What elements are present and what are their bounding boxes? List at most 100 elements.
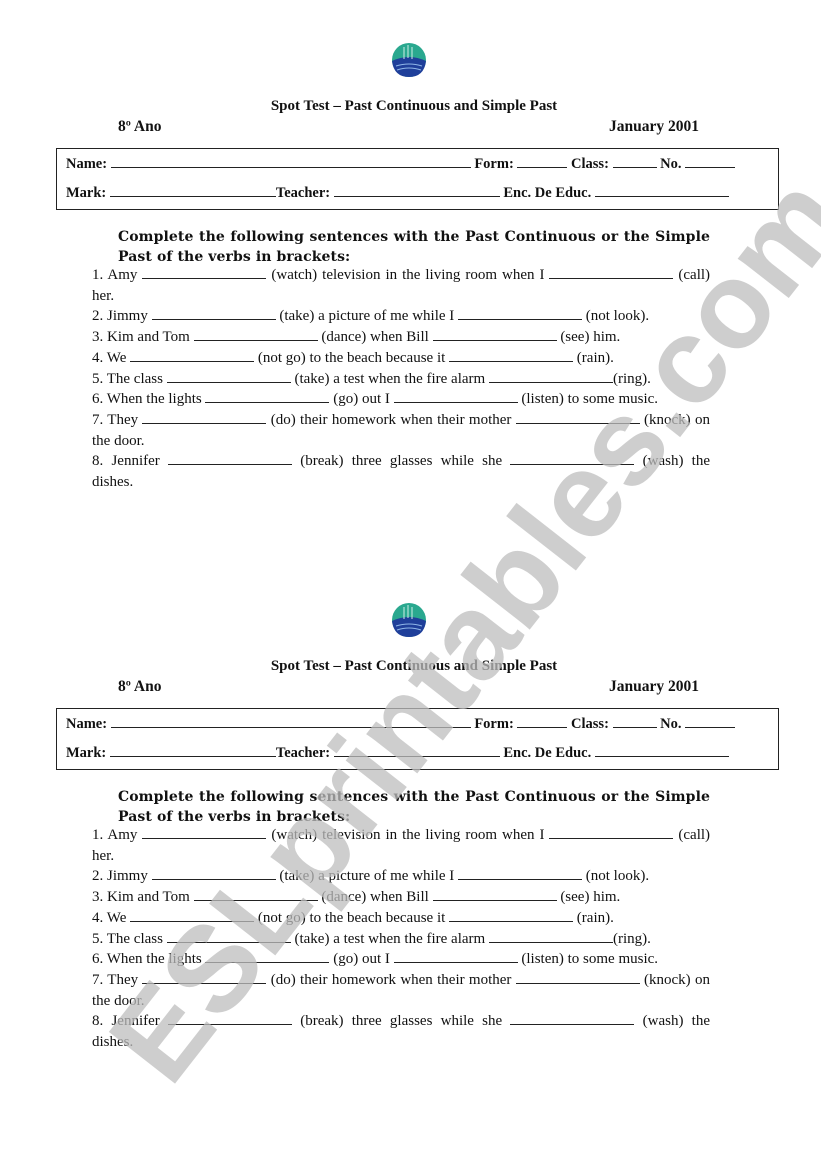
exercise-number: 5. [92,370,104,387]
exercise-number: 7. [92,971,104,988]
name-field[interactable] [110,714,471,728]
name-label: Name: [66,716,108,732]
answer-blank[interactable] [449,909,574,922]
answer-blank[interactable] [510,1012,635,1026]
answer-blank[interactable] [166,370,291,383]
answer-blank[interactable] [449,349,574,362]
answer-blank[interactable] [205,390,330,404]
exercise-text: (take) a test when the fire alarm [294,930,486,947]
answer-blank[interactable] [488,370,613,383]
exercise-text: (watch) television in the living room wh… [271,827,545,843]
guardian-field[interactable] [594,743,729,757]
name-label: Name: [66,156,108,172]
guardian-field[interactable] [594,183,729,197]
answer-blank[interactable] [393,950,518,964]
exercise-text: (do) their homework when their mother [270,411,512,428]
answer-blank[interactable] [168,452,292,466]
exercise-text: The class [106,930,163,947]
form-field[interactable] [517,154,568,168]
teacher-label: Teacher: [275,745,331,761]
exercise-text: We [106,349,127,366]
class-label: Class: [571,156,609,172]
guardian-label: Enc. De Educ. [503,185,592,201]
exercise-item: 4. We (not go) to the beach because it (… [92,908,710,929]
exercise-number: 6. [92,951,104,968]
answer-blank[interactable] [393,390,518,404]
answer-blank[interactable] [458,867,583,881]
class-field[interactable] [612,714,657,728]
answer-blank[interactable] [510,452,635,466]
exercise-number: 5. [92,930,104,947]
exercise-text: (dance) when Bill [321,329,429,346]
exercise-item: 1. Amy (watch) television in the living … [92,825,710,866]
form-field[interactable] [517,714,568,728]
grade-label: 8º Ano [118,678,162,695]
exercise-text: (ring). [612,930,651,947]
mark-field[interactable] [109,743,276,757]
answer-blank[interactable] [515,411,640,424]
exercise-text: Amy [107,827,138,843]
answer-blank[interactable] [130,349,255,362]
exercise-text: (ring). [612,370,651,387]
mark-field[interactable] [109,183,276,197]
answer-blank[interactable] [142,826,267,839]
date-label: January 2001 [609,678,699,695]
number-field[interactable] [685,154,736,168]
answer-blank[interactable] [193,888,318,902]
exercise-item: 7. They (do) their homework when their m… [92,410,710,451]
exercise-text: (break) three glasses while she [300,453,503,470]
answer-blank[interactable] [193,328,318,342]
answer-blank[interactable] [151,867,276,881]
answer-blank[interactable] [142,971,267,984]
exercise-number: 1. [92,267,104,283]
exercise-text: (take) a picture of me while I [279,868,455,885]
exercise-text: Amy [107,267,138,283]
answer-blank[interactable] [142,266,267,279]
exercise-number: 8. [92,1013,104,1030]
answer-blank[interactable] [432,328,557,342]
exercise-number: 6. [92,391,104,408]
teacher-field[interactable] [333,183,500,197]
answer-blank[interactable] [432,888,557,902]
instructions: Complete the following sentences with th… [118,229,710,265]
teacher-field[interactable] [333,743,500,757]
name-field[interactable] [110,154,471,168]
answer-blank[interactable] [549,266,674,279]
exercise-item: 6. When the lights (go) out I (listen) t… [92,389,710,410]
answer-blank[interactable] [205,950,330,964]
exercise-text: (do) their homework when their mother [270,971,512,988]
exercise-number: 2. [92,868,104,885]
exercise-item: 1. Amy (watch) television in the living … [92,265,710,306]
exercise-text: (not go) to the beach because it [257,909,446,926]
answer-blank[interactable] [488,930,613,943]
number-field[interactable] [685,714,736,728]
exercise-number: 3. [92,329,104,346]
class-field[interactable] [612,154,657,168]
answer-blank[interactable] [549,826,674,839]
exercise-number: 3. [92,889,104,906]
exercise-text: (go) out I [333,391,390,408]
answer-blank[interactable] [515,971,640,984]
exercise-text: The class [106,370,163,387]
answer-blank[interactable] [142,411,267,424]
exercise-text: (see) him. [560,889,621,906]
exercise-item: 3. Kim and Tom (dance) when Bill (see) h… [92,327,710,348]
school-crest-icon [392,603,426,637]
exercise-list: 1. Amy (watch) television in the living … [92,265,710,493]
exercise-text: (listen) to some music. [521,951,659,968]
answer-blank[interactable] [458,307,583,321]
answer-blank[interactable] [151,307,276,321]
answer-blank[interactable] [130,909,255,922]
exercise-text: Jimmy [107,868,148,885]
exercise-text: When the lights [106,951,202,968]
exercise-text: (rain). [576,349,614,366]
answer-blank[interactable] [168,1012,292,1026]
date-label: January 2001 [609,118,699,135]
answer-blank[interactable] [166,930,291,943]
school-crest-icon [392,43,426,77]
exercise-text: Kim and Tom [107,889,190,906]
exercise-text: (watch) television in the living room wh… [271,267,545,283]
exercise-item: 3. Kim and Tom (dance) when Bill (see) h… [92,887,710,908]
number-label: No. [660,716,682,732]
exercise-text: Jennifer [111,453,160,470]
